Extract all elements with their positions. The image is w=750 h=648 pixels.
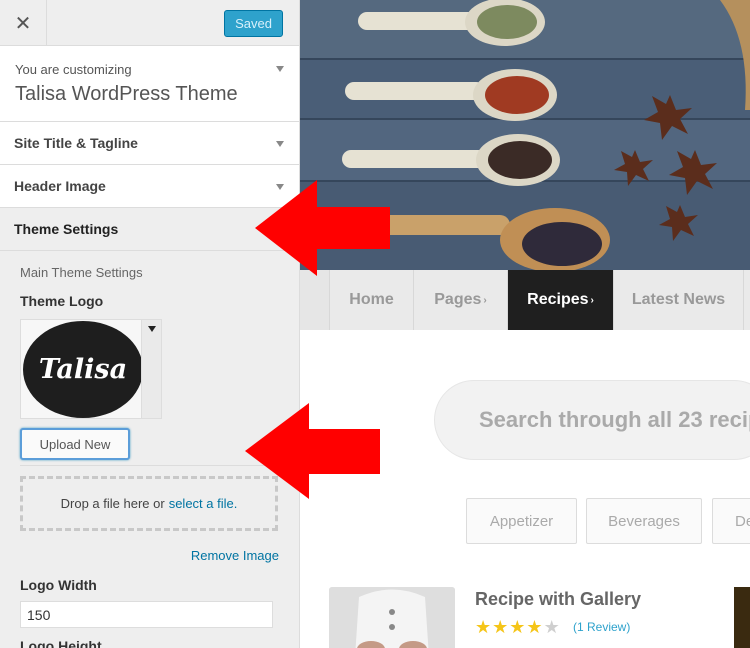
next-recipe-thumbnail[interactable] — [734, 587, 750, 648]
chevron-down-icon — [276, 66, 284, 72]
chevron-down-icon — [148, 326, 156, 332]
upload-new-button[interactable]: Upload New — [20, 428, 130, 460]
remove-image-link[interactable]: Remove Image — [20, 548, 279, 563]
drop-text: Drop a file here or — [60, 496, 165, 511]
logo-height-label: Logo Height — [20, 638, 102, 648]
star-icon: ★ — [509, 617, 527, 637]
chevron-down-icon: › — [483, 294, 487, 306]
nav-item-more[interactable] — [743, 270, 750, 330]
customizing-info[interactable]: You are customizing Talisa WordPress The… — [0, 46, 299, 122]
star-icon: ★ — [492, 617, 510, 637]
arrow-icon — [255, 180, 390, 276]
panel-subhead: Main Theme Settings — [20, 265, 143, 280]
star-icon: ★ — [543, 617, 561, 637]
chevron-down-icon — [276, 141, 284, 147]
section-label: Site Title & Tagline — [14, 135, 138, 151]
divider — [20, 465, 279, 466]
site-preview: Home Pages › Recipes › Latest News Search … — [300, 0, 750, 648]
close-icon[interactable]: ✕ — [0, 0, 47, 46]
logo-width-input[interactable] — [20, 601, 273, 628]
logo-preview: Talisa — [23, 321, 143, 418]
file-dropzone[interactable]: Drop a file here or select a file. — [20, 476, 278, 531]
recipe-thumbnail[interactable] — [329, 587, 455, 648]
section-label: Theme Settings — [14, 221, 119, 237]
nav-item-pages[interactable]: Pages › — [413, 270, 507, 330]
section-site-title-tagline[interactable]: Site Title & Tagline — [0, 122, 299, 165]
saved-button[interactable]: Saved — [224, 10, 283, 37]
recipe-search-input[interactable]: Search through all 23 recip — [434, 380, 750, 460]
star-icon: ★ — [475, 617, 493, 637]
logo-width-label: Logo Width — [20, 577, 97, 593]
nav-item-latest-news[interactable]: Latest News — [613, 270, 743, 330]
logo-dropdown-toggle[interactable] — [141, 320, 161, 418]
customizing-label: You are customizing — [15, 62, 132, 77]
main-nav: Home Pages › Recipes › Latest News — [300, 270, 750, 330]
logo-select[interactable]: Talisa — [20, 319, 162, 419]
nav-spacer — [300, 270, 329, 330]
category-dessert-button[interactable]: De — [712, 498, 750, 544]
theme-logo-label: Theme Logo — [20, 293, 104, 309]
chef-photo — [329, 587, 455, 648]
nav-item-home[interactable]: Home — [329, 270, 413, 330]
category-appetizer-button[interactable]: Appetizer — [466, 498, 577, 544]
select-file-link[interactable]: select a file. — [169, 496, 238, 511]
customizer-sidebar: ✕ Saved You are customizing Talisa WordP… — [0, 0, 300, 648]
theme-name: Talisa WordPress Theme — [15, 83, 238, 105]
customizer-topbar: ✕ Saved — [0, 0, 299, 46]
nav-label: Recipes — [527, 291, 589, 308]
section-label: Header Image — [14, 178, 106, 194]
nav-item-recipes[interactable]: Recipes › — [507, 270, 613, 330]
logo-text: Talisa — [38, 354, 128, 385]
nav-label: Pages — [434, 291, 482, 308]
arrow-icon — [245, 403, 380, 499]
category-beverages-button[interactable]: Beverages — [586, 498, 702, 544]
star-icon: ★ — [526, 617, 544, 637]
review-count-link[interactable]: (1 Review) — [573, 620, 630, 634]
recipe-rating: ★★★★★ — [475, 617, 561, 638]
chevron-down-icon: › — [590, 294, 594, 306]
recipe-title[interactable]: Recipe with Gallery — [475, 589, 641, 610]
